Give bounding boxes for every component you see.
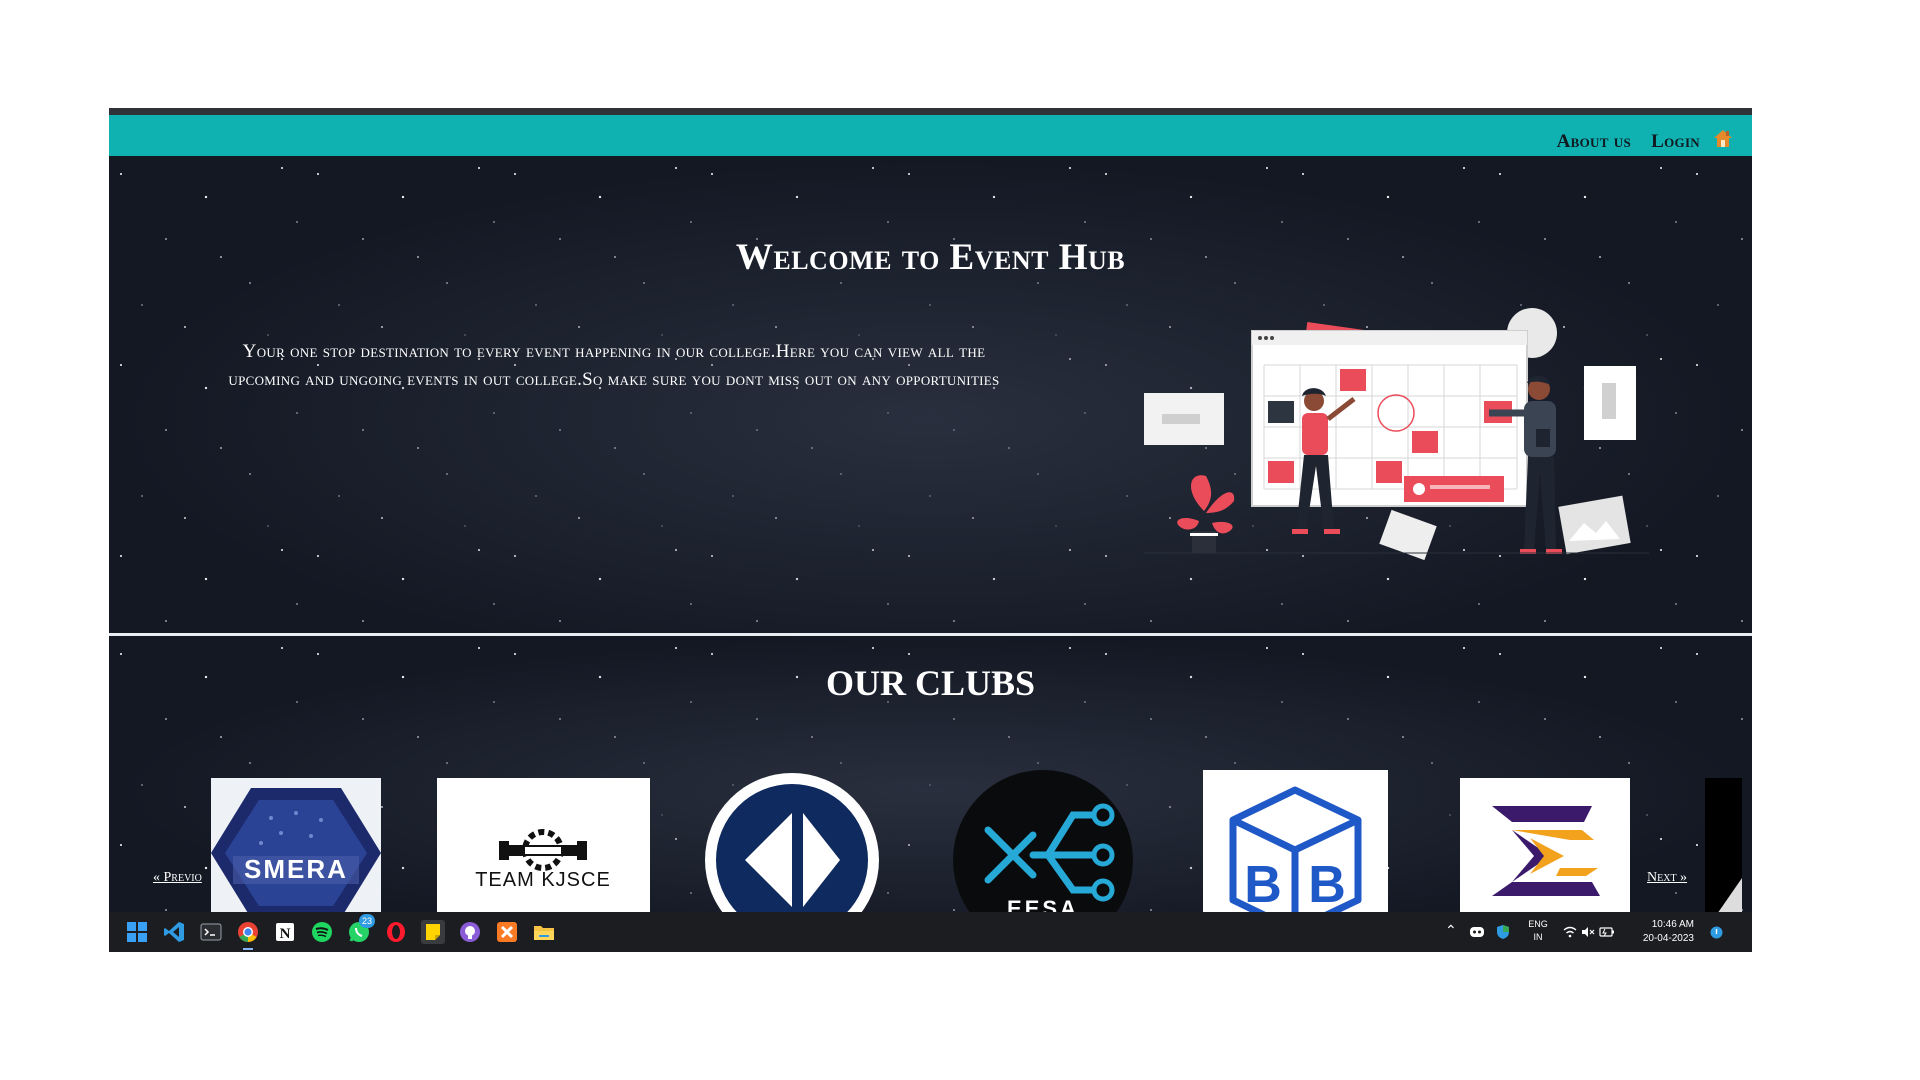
- chrome-icon[interactable]: [236, 920, 260, 944]
- next-link[interactable]: Next »: [1647, 870, 1687, 886]
- wifi-icon[interactable]: [1563, 925, 1577, 939]
- svg-text:SMERA: SMERA: [244, 854, 348, 884]
- club-card-bb[interactable]: B B: [1203, 770, 1388, 917]
- club-card-3[interactable]: [705, 773, 879, 917]
- svg-text:B: B: [1244, 856, 1282, 914]
- start-icon[interactable]: [125, 920, 149, 944]
- previous-link[interactable]: « Previo: [153, 870, 202, 886]
- github-desktop-icon[interactable]: [458, 920, 482, 944]
- terminal-icon[interactable]: [199, 920, 223, 944]
- browser-viewport: About us Login Welcome to Event Hub Your…: [109, 108, 1752, 952]
- navbar: About us Login: [109, 115, 1752, 156]
- smera-logo: SMERA: [211, 788, 381, 917]
- hero-section: Welcome to Event Hub Your one stop desti…: [109, 156, 1752, 635]
- file-explorer-icon[interactable]: [532, 920, 556, 944]
- hero-title: Welcome to Event Hub: [735, 237, 1126, 278]
- team-kjsce-logo: TEAM KJSCE: [475, 829, 611, 891]
- opera-icon[interactable]: [384, 920, 408, 944]
- partial-card-corner: [1715, 878, 1742, 917]
- club-card-eesa[interactable]: EESA: [953, 770, 1133, 917]
- eesa-logo: EESA: [953, 770, 1133, 917]
- clubs-section: OUR CLUBS « Previo Next » SMERA TEAM KJS…: [109, 636, 1752, 917]
- language-indicator-bottom[interactable]: IN: [1525, 932, 1551, 942]
- home-icon[interactable]: [1712, 128, 1734, 148]
- xampp-icon[interactable]: [495, 920, 519, 944]
- battery-icon[interactable]: [1599, 925, 1615, 939]
- nav-login[interactable]: Login: [1651, 131, 1700, 153]
- clubs-title: OUR CLUBS: [825, 663, 1036, 703]
- club-3-logo: [705, 773, 879, 917]
- language-indicator-top[interactable]: ENG: [1525, 919, 1551, 929]
- club-card-team-kjsce[interactable]: TEAM KJSCE: [437, 778, 650, 917]
- svg-text:B: B: [1308, 856, 1346, 914]
- calendar-illustration: [1144, 308, 1649, 561]
- club-card-partial[interactable]: [1705, 778, 1742, 917]
- security-shield-icon[interactable]: [1495, 924, 1511, 940]
- sigma-logo: [1492, 806, 1600, 896]
- discord-icon[interactable]: [1469, 924, 1485, 940]
- whatsapp-button[interactable]: 23: [347, 914, 375, 944]
- nav-about-us[interactable]: About us: [1557, 131, 1631, 153]
- chevron-up-icon[interactable]: ⌃: [1445, 922, 1457, 939]
- speaker-muted-icon[interactable]: [1581, 925, 1595, 939]
- notification-icon[interactable]: [1710, 926, 1723, 939]
- clock-time[interactable]: 10:46 AM: [1634, 919, 1694, 930]
- vscode-icon[interactable]: [162, 920, 186, 944]
- club-card-sigma[interactable]: [1460, 778, 1630, 917]
- chrome-active-indicator: [243, 948, 253, 950]
- spotify-icon[interactable]: [310, 920, 334, 944]
- sticky-notes-icon[interactable]: [421, 920, 445, 944]
- svg-text:N: N: [280, 926, 291, 942]
- notion-icon[interactable]: N: [273, 920, 297, 944]
- bb-logo: B B: [1229, 786, 1362, 917]
- hero-description: Your one stop destination to every event…: [228, 341, 1000, 390]
- svg-text:TEAM KJSCE: TEAM KJSCE: [475, 869, 611, 891]
- windows-taskbar: N 23 ⌃ ENG IN 10:46 AM 20-04-2023: [109, 912, 1752, 952]
- club-card-smera[interactable]: SMERA: [211, 778, 381, 917]
- clock-date[interactable]: 20-04-2023: [1634, 933, 1694, 944]
- top-edge: [109, 108, 1752, 115]
- whatsapp-badge: 23: [359, 914, 375, 928]
